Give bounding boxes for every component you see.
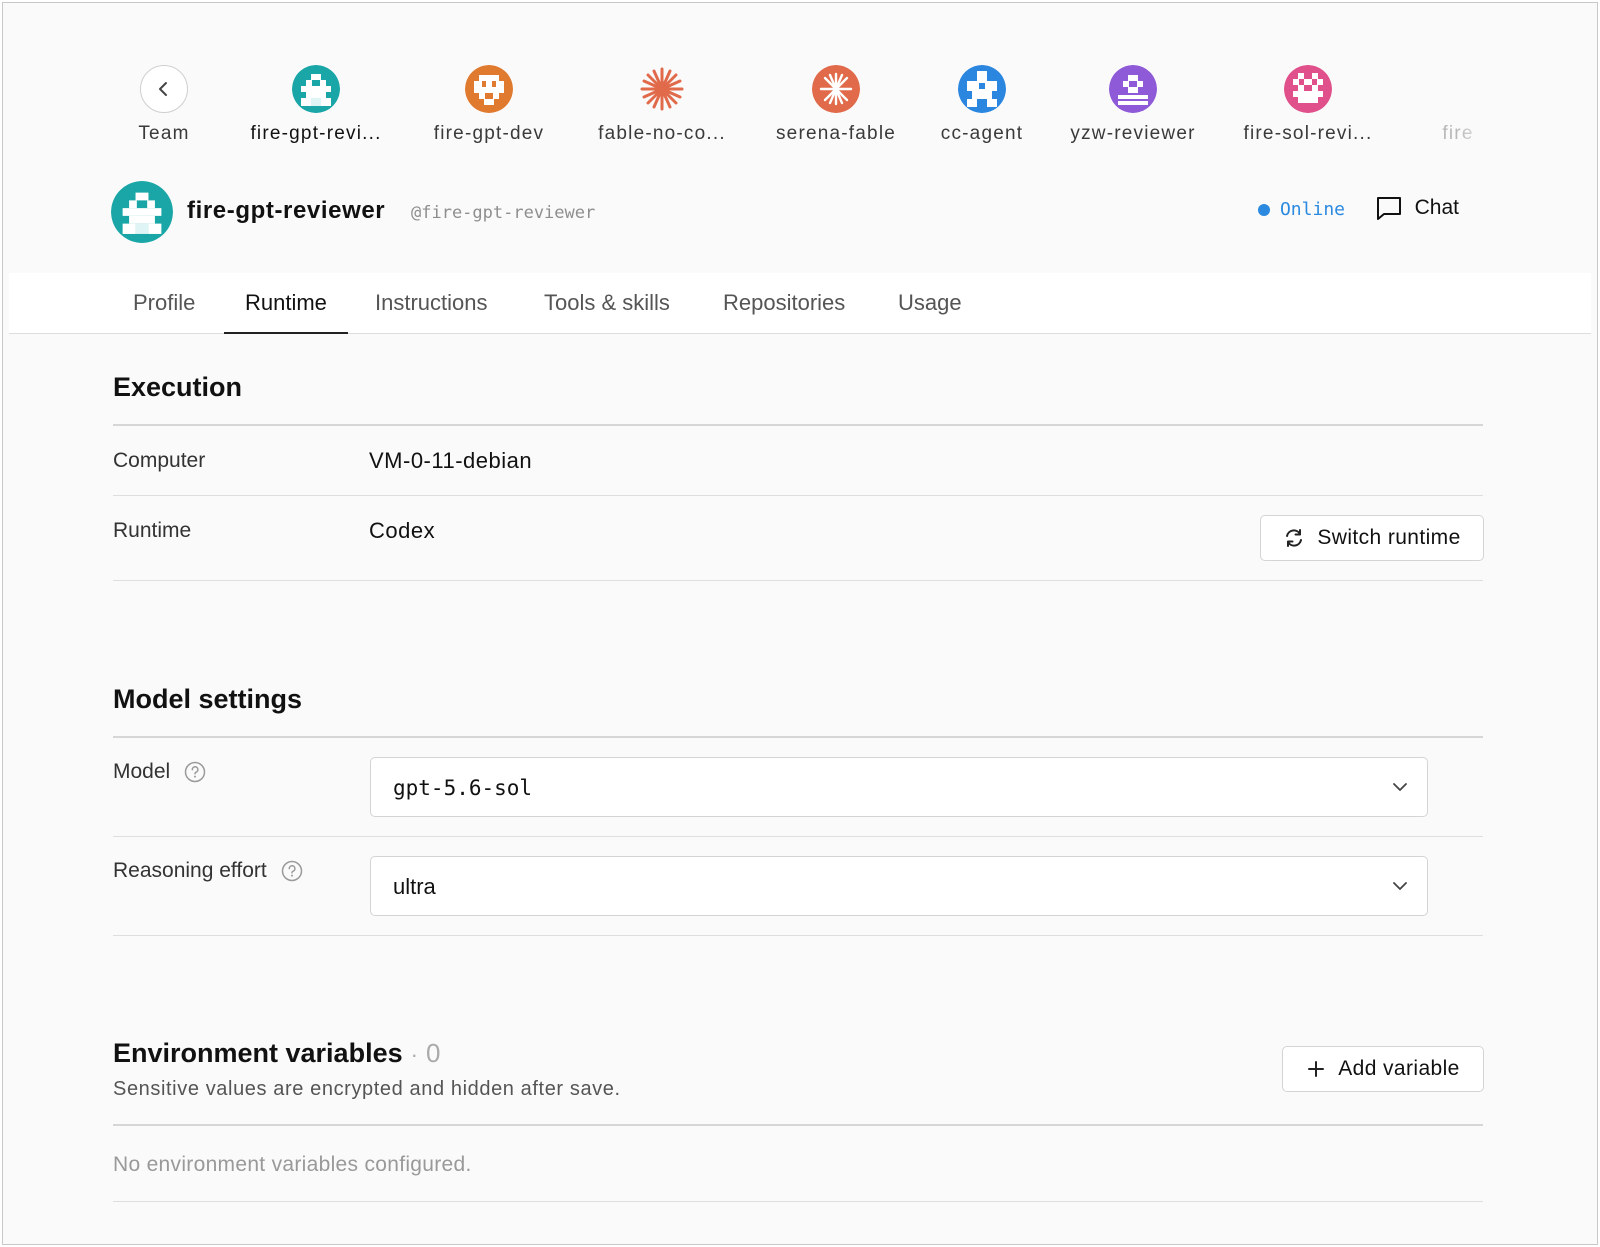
reasoning-effort-select[interactable]: ultra bbox=[370, 856, 1428, 916]
checker-avatar-icon bbox=[1284, 65, 1332, 113]
agent-item[interactable]: cc-agent bbox=[897, 65, 1067, 145]
chat-button[interactable]: Chat bbox=[1375, 195, 1459, 221]
invader-avatar-icon bbox=[465, 65, 513, 113]
back-circle bbox=[140, 65, 188, 113]
help-icon[interactable] bbox=[184, 761, 206, 783]
tab-instructions[interactable]: Instructions bbox=[375, 273, 488, 333]
chat-bubble-icon bbox=[1376, 197, 1401, 220]
tab-repositories[interactable]: Repositories bbox=[723, 273, 845, 333]
add-variable-label: Add variable bbox=[1338, 1057, 1460, 1080]
model-select-value: gpt-5.6-sol bbox=[393, 776, 533, 800]
runtime-label: Runtime bbox=[113, 519, 191, 543]
switch-runtime-label: Switch runtime bbox=[1317, 526, 1461, 549]
team-label: Team bbox=[138, 123, 190, 144]
model-label: Model bbox=[113, 760, 206, 784]
divider bbox=[113, 580, 1483, 581]
agent-item[interactable]: fable-no-co... bbox=[577, 65, 747, 145]
agent-label: yzw-reviewer bbox=[1070, 123, 1196, 144]
agent-label: fable-no-co... bbox=[598, 123, 726, 144]
env-subtitle: Sensitive values are encrypted and hidde… bbox=[113, 1078, 621, 1100]
status-dot bbox=[1257, 203, 1270, 216]
divider bbox=[113, 935, 1483, 936]
runtime-value: Codex bbox=[369, 518, 436, 543]
chevron-down-icon bbox=[1393, 783, 1407, 791]
plus-icon bbox=[1308, 1061, 1325, 1077]
divider bbox=[113, 736, 1483, 738]
help-icon[interactable] bbox=[281, 860, 303, 882]
divider bbox=[113, 1201, 1483, 1202]
starburst-badge-icon bbox=[812, 65, 860, 113]
team-back-button[interactable]: Team bbox=[79, 65, 249, 145]
tab-runtime[interactable]: Runtime bbox=[224, 273, 348, 334]
agent-label: serena-fable bbox=[775, 123, 897, 144]
agent-item[interactable]: yzw-reviewer bbox=[1048, 65, 1218, 145]
env-title: Environment variables · 0 bbox=[113, 1038, 440, 1069]
tab-tools-skills[interactable]: Tools & skills bbox=[544, 273, 670, 333]
status-text: Online bbox=[1279, 199, 1345, 220]
agent-item[interactable]: fire-gpt-dev bbox=[404, 65, 574, 145]
tab-profile[interactable]: Profile bbox=[133, 273, 195, 333]
chat-label: Chat bbox=[1414, 196, 1459, 219]
add-variable-button[interactable]: Add variable bbox=[1282, 1046, 1484, 1092]
env-title-text: Environment variables bbox=[113, 1038, 403, 1068]
model-select[interactable]: gpt-5.6-sol bbox=[370, 757, 1428, 817]
model-settings-title: Model settings bbox=[113, 684, 303, 714]
divider bbox=[113, 495, 1483, 496]
divider bbox=[113, 1124, 1483, 1126]
status-badge: Online bbox=[1257, 199, 1345, 220]
tab-usage[interactable]: Usage bbox=[898, 273, 962, 333]
reasoning-effort-label-text: Reasoning effort bbox=[113, 859, 267, 882]
strip-fade bbox=[1457, 43, 1497, 163]
env-count: 0 bbox=[425, 1038, 441, 1068]
switch-runtime-button[interactable]: Switch runtime bbox=[1260, 515, 1484, 561]
agent-label: cc-agent bbox=[940, 123, 1024, 144]
divider bbox=[113, 836, 1483, 837]
computer-value: VM-0-11-debian bbox=[369, 448, 533, 473]
agent-handle: @fire-gpt-reviewer bbox=[411, 203, 596, 223]
agent-label: fire-gpt-dev bbox=[433, 123, 545, 144]
starburst-icon bbox=[640, 67, 684, 111]
app-frame: Team fire-gpt-revi... fire-gpt-dev fable… bbox=[2, 2, 1598, 1245]
chevron-down-icon bbox=[1393, 882, 1407, 890]
agent-item[interactable]: fire-sol-revi... bbox=[1223, 65, 1393, 145]
strip-mask bbox=[1497, 43, 1597, 163]
env-empty-state: No environment variables configured. bbox=[113, 1153, 472, 1176]
model-label-text: Model bbox=[113, 760, 171, 783]
robot-avatar-icon bbox=[111, 181, 173, 243]
refresh-icon bbox=[1286, 529, 1303, 547]
computer-label: Computer bbox=[113, 449, 205, 473]
agent-label: fire-gpt-revi... bbox=[250, 123, 382, 144]
robot-avatar-icon bbox=[292, 65, 340, 113]
checker-avatar-icon bbox=[1109, 65, 1157, 113]
agent-name: fire-gpt-reviewer bbox=[187, 197, 386, 224]
reasoning-effort-label: Reasoning effort bbox=[113, 859, 303, 883]
agent-label: fire-sol-revi... bbox=[1243, 123, 1373, 144]
agent-item[interactable]: fire-gpt-revi... bbox=[231, 65, 401, 145]
chevron-left-icon bbox=[159, 82, 167, 96]
reasoning-effort-select-value: ultra bbox=[393, 874, 436, 899]
agent-strip: Team fire-gpt-revi... fire-gpt-dev fable… bbox=[3, 3, 1597, 163]
computer-label-text: Computer bbox=[113, 449, 206, 472]
divider bbox=[113, 424, 1483, 426]
agent-item[interactable]: serena-fable bbox=[751, 65, 921, 145]
env-title-separator: · bbox=[410, 1042, 418, 1067]
plus-avatar-icon bbox=[958, 65, 1006, 113]
tab-bar: Profile Runtime Instructions Tools & ski… bbox=[9, 273, 1591, 334]
runtime-label-text: Runtime bbox=[113, 519, 192, 542]
execution-title: Execution bbox=[113, 372, 243, 402]
agent-header: fire-gpt-reviewer @fire-gpt-reviewer Onl… bbox=[111, 181, 1469, 243]
